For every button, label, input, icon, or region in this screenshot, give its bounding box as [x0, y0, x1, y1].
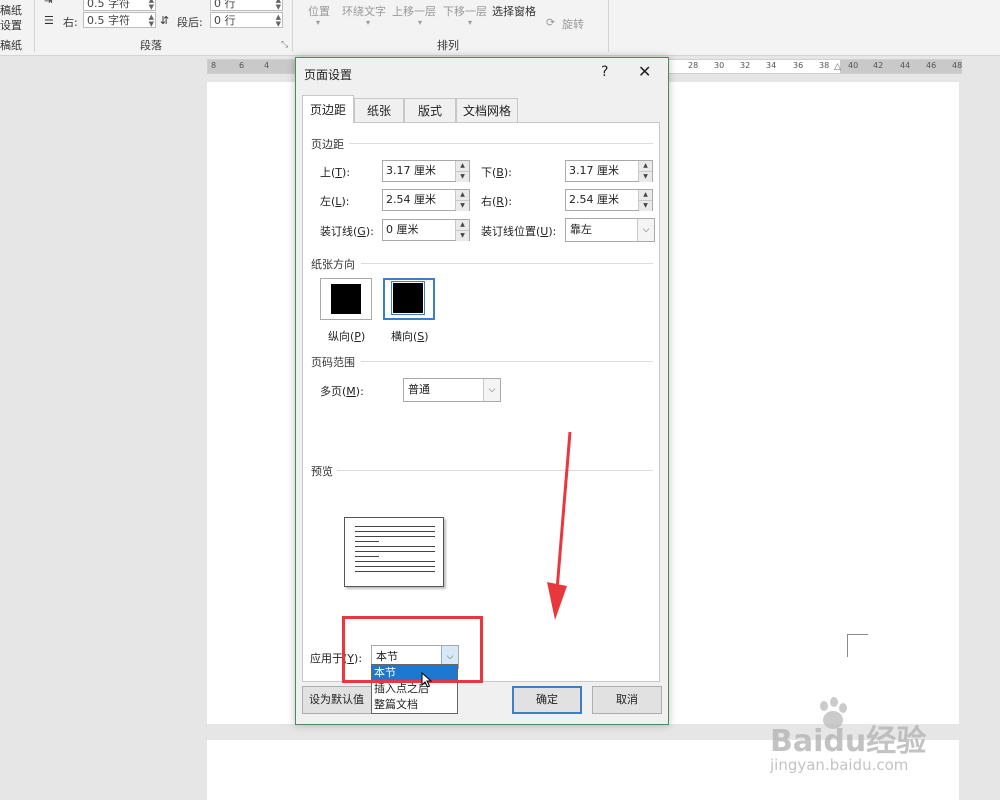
chevron-down-icon: ⌵: [483, 379, 500, 401]
mouse-cursor-icon: [421, 672, 433, 688]
chevron-down-icon: ⌵: [637, 219, 654, 241]
ribbon: 稿纸 设置 稿纸 ⇥ 0.5 字符 ▲ ▼ ☰ 右: 0.5 字符 ▲ ▼ 0 行 ▲ ▼ …: [0, 0, 1000, 56]
margin-corner-mark: [847, 634, 868, 657]
position-button[interactable]: 位置: [308, 3, 330, 19]
rotate-button[interactable]: 旋转: [562, 16, 584, 32]
ruler-number: 40: [848, 61, 859, 70]
gutter-position-label: 装订线位置(U):: [481, 225, 557, 238]
multiple-pages-select[interactable]: 普通 ⌵: [403, 378, 501, 402]
landscape-option[interactable]: [383, 278, 435, 320]
spin-buttons[interactable]: ▲ ▼: [455, 161, 469, 182]
dialog-title: 页面设置: [304, 68, 353, 82]
indent-left-icon: ⇥: [44, 0, 53, 7]
landscape-icon: [391, 281, 425, 315]
ribbon-separator: [34, 0, 35, 52]
section-title-preview: 预览: [311, 465, 333, 478]
bottom-margin-input[interactable]: 3.17 厘米 ▲ ▼: [565, 160, 653, 182]
ribbon-group-paragraph: 段落: [140, 39, 162, 52]
ribbon-separator: [608, 0, 609, 52]
tab-margins[interactable]: 页边距: [302, 95, 354, 123]
chevron-down-icon: ▾: [468, 18, 473, 27]
space-before-input[interactable]: 0 行 ▲ ▼: [210, 0, 283, 11]
spin-buttons[interactable]: ▲ ▼: [638, 190, 652, 211]
indent-right-label: 右:: [63, 16, 78, 29]
ruler-number: 42: [873, 61, 884, 70]
ruler-number: 46: [926, 61, 937, 70]
ribbon-group-draft-paper: 稿纸: [0, 39, 22, 52]
landscape-label[interactable]: 横向(S): [391, 328, 429, 344]
option-whole-document[interactable]: 整篇文档: [372, 697, 457, 713]
bring-forward-button[interactable]: 上移一层: [392, 3, 436, 19]
watermark-url: jingyan.baidu.com: [770, 756, 909, 774]
left-margin-input[interactable]: 2.54 厘米 ▲ ▼: [382, 189, 470, 211]
gutter-input[interactable]: 0 厘米 ▲ ▼: [382, 219, 470, 241]
layout-preview: [344, 517, 444, 587]
right-indent-marker[interactable]: △: [834, 62, 841, 72]
ok-button[interactable]: 确定: [512, 686, 582, 714]
ruler-number: 34: [766, 61, 777, 70]
spin-buttons[interactable]: ▲ ▼: [455, 220, 469, 241]
tab-paper[interactable]: 纸张: [354, 98, 404, 122]
ruler-number: 44: [900, 61, 911, 70]
multiple-pages-label: 多页(M):: [320, 385, 364, 398]
tab-panel: 页边距 上(T): 3.17 厘米 ▲ ▼ 下(B): 3.17 厘米 ▲ ▼ 左(L)…: [302, 122, 660, 682]
tab-document-grid[interactable]: 文档网格: [456, 98, 518, 122]
ruler-number: 30: [714, 61, 725, 70]
left-margin-label: 左(L):: [320, 195, 350, 208]
ribbon-label-draft-paper[interactable]: 稿纸: [0, 2, 22, 18]
bottom-margin-label: 下(B):: [481, 166, 512, 179]
ruler-number: 6: [239, 61, 245, 70]
spin-buttons[interactable]: ▲ ▼: [455, 190, 469, 211]
annotation-arrow-icon: [547, 431, 572, 620]
ruler-number: 36: [793, 61, 804, 70]
indent-right-input[interactable]: 0.5 字符 ▲ ▼: [83, 12, 156, 28]
tab-layout[interactable]: 版式: [404, 98, 456, 122]
annotation-red-box: [342, 616, 483, 683]
top-margin-label: 上(T):: [320, 166, 351, 179]
selection-pane-button[interactable]: 选择窗格: [492, 3, 536, 19]
portrait-label[interactable]: 纵向(P): [328, 328, 365, 344]
section-title-orientation: 纸张方向: [311, 258, 355, 271]
indent-right-icon: ☰: [44, 14, 54, 27]
ribbon-separator: [292, 0, 293, 52]
top-margin-input[interactable]: 3.17 厘米 ▲ ▼: [382, 160, 470, 182]
indent-left-input[interactable]: 0.5 字符 ▲ ▼: [83, 0, 156, 11]
ruler-number: 8: [211, 61, 217, 70]
portrait-option[interactable]: [320, 278, 372, 320]
chevron-down-icon: ▾: [366, 18, 371, 27]
ribbon-group-arrange: 排列: [437, 39, 459, 52]
space-after-label: 段后:: [177, 16, 203, 29]
space-after-input[interactable]: 0 行 ▲ ▼: [210, 12, 283, 28]
gutter-label: 装订线(G):: [320, 225, 374, 238]
watermark: Baidu经验 jingyan.baidu.com: [760, 697, 950, 790]
ribbon-label-settings[interactable]: 设置: [0, 17, 22, 33]
gutter-position-select[interactable]: 靠左 ⌵: [565, 218, 655, 242]
ruler-number: 4: [264, 61, 270, 70]
help-icon[interactable]: ?: [601, 64, 608, 80]
spin-buttons[interactable]: ▲ ▼: [638, 161, 652, 182]
wrap-text-button[interactable]: 环绕文字: [342, 3, 386, 19]
watermark-brand: Baidu经验: [770, 724, 927, 759]
send-backward-button[interactable]: 下移一层: [443, 3, 487, 19]
chevron-down-icon: ▾: [418, 18, 423, 27]
rotate-icon: ⟳: [546, 16, 556, 29]
portrait-icon: [331, 284, 361, 314]
right-margin-input[interactable]: 2.54 厘米 ▲ ▼: [565, 189, 653, 211]
section-title-margins: 页边距: [311, 138, 344, 151]
section-title-pages: 页码范围: [311, 356, 355, 369]
close-icon[interactable]: ✕: [638, 62, 651, 81]
chevron-down-icon: ▾: [316, 18, 321, 27]
paragraph-dialog-launcher-icon[interactable]: ⤡: [281, 40, 288, 50]
ruler-number: 32: [740, 61, 751, 70]
ruler-number: 38: [819, 61, 830, 70]
set-default-button[interactable]: 设为默认值: [302, 686, 374, 714]
ruler-number: 48: [952, 61, 963, 70]
cancel-button[interactable]: 取消: [592, 686, 662, 714]
right-margin-label: 右(R):: [481, 195, 512, 208]
space-after-icon: ⇵: [160, 14, 170, 27]
option-after-insertion-point[interactable]: 插入点之后: [372, 681, 457, 697]
ruler-number: 28: [688, 61, 699, 70]
